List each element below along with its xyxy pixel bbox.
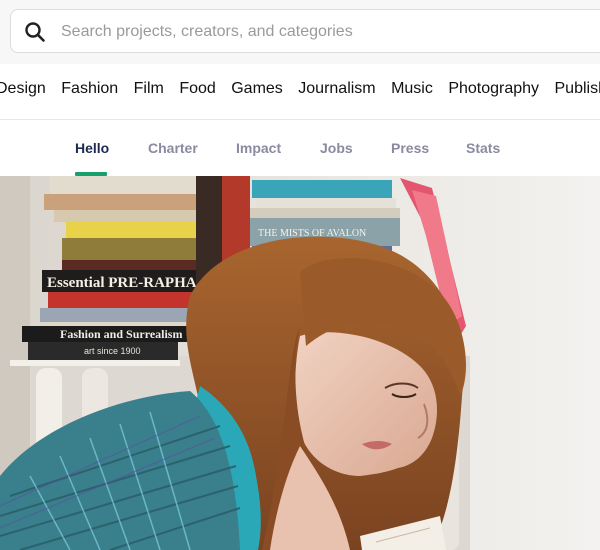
category-food[interactable]: Food	[179, 80, 215, 97]
tab-charter[interactable]: Charter	[148, 140, 198, 156]
book	[250, 208, 400, 218]
book	[256, 198, 396, 208]
tab-impact[interactable]: Impact	[236, 140, 281, 156]
category-design[interactable]: Design	[0, 80, 46, 97]
page: Design Fashion Film Food Games Journalis…	[0, 0, 600, 550]
tab-jobs[interactable]: Jobs	[320, 140, 353, 156]
hero-image: Essential PRE-RAPHAELITES Fashion and Su…	[0, 176, 600, 550]
shelf-edge	[10, 360, 180, 366]
category-nav: Design Fashion Film Food Games Journalis…	[0, 80, 600, 106]
book	[50, 176, 220, 194]
tab-hello[interactable]: Hello	[75, 140, 109, 156]
category-fashion[interactable]: Fashion	[61, 80, 118, 97]
section-tabs: Hello Charter Impact Jobs Press Stats	[0, 120, 600, 176]
search-box[interactable]	[10, 9, 600, 53]
tab-press[interactable]: Press	[391, 140, 429, 156]
category-music[interactable]: Music	[391, 80, 433, 97]
search-icon[interactable]	[24, 21, 46, 43]
category-journalism[interactable]: Journalism	[298, 80, 375, 97]
book-title-fashion-surrealism: Fashion and Surrealism	[60, 327, 182, 341]
search-input[interactable]	[59, 18, 583, 46]
book-title-art-since-1900: art since 1900	[84, 346, 141, 356]
book	[252, 180, 392, 198]
category-publishing[interactable]: Publishing	[555, 80, 600, 97]
tab-stats[interactable]: Stats	[466, 140, 500, 156]
hero-photo: Essential PRE-RAPHAELITES Fashion and Su…	[0, 176, 600, 550]
category-film[interactable]: Film	[134, 80, 164, 97]
book	[44, 322, 204, 326]
book	[54, 210, 204, 222]
book	[44, 194, 196, 210]
category-games[interactable]: Games	[231, 80, 283, 97]
search-bar	[0, 0, 600, 64]
category-photography[interactable]: Photography	[448, 80, 539, 97]
